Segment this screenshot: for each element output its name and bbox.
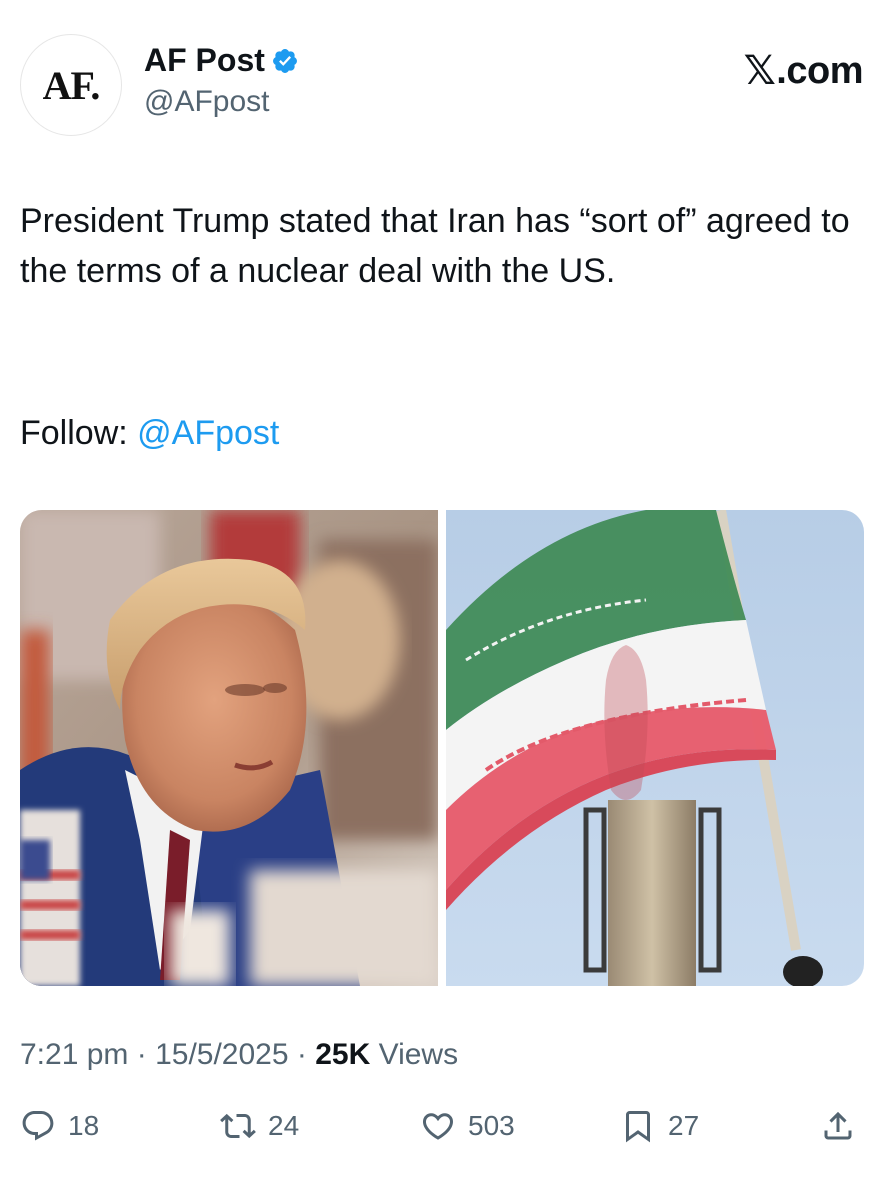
share-button[interactable] <box>820 1108 856 1144</box>
follow-mention-link[interactable]: @AFpost <box>137 414 279 452</box>
views-label: Views <box>370 1038 459 1071</box>
reply-icon <box>22 1111 54 1141</box>
photo-icon <box>446 510 864 986</box>
brand-suffix: .com <box>776 49 863 92</box>
repost-icon <box>220 1113 256 1139</box>
tweet-time[interactable]: 7:21 pm <box>20 1038 128 1071</box>
heart-icon <box>422 1113 454 1140</box>
author-handle[interactable]: @AFpost <box>144 85 299 119</box>
x-logo-icon: 𝕏 <box>743 49 776 93</box>
like-count: 503 <box>468 1110 515 1141</box>
tweet-header: AF. AF Post @AFpost 𝕏 .com <box>20 34 864 136</box>
bookmark-count: 27 <box>668 1110 700 1141</box>
display-name-row: AF Post <box>144 42 299 79</box>
views-count: 25K <box>315 1038 371 1071</box>
reply-count: 18 <box>68 1110 100 1141</box>
avatar[interactable]: AF. <box>20 34 122 136</box>
action-bar: 18 24 503 27 <box>20 1108 863 1158</box>
avatar-logo-text: AF. <box>42 62 101 108</box>
follow-label: Follow: <box>20 414 138 452</box>
meta-separator: · <box>288 1038 316 1071</box>
verified-badge-icon <box>272 48 297 73</box>
photo-trump[interactable] <box>20 510 438 986</box>
display-name[interactable]: AF Post <box>144 42 265 79</box>
author-name-block: AF Post @AFpost <box>144 42 299 119</box>
share-icon <box>824 1111 852 1140</box>
reply-button[interactable]: 18 <box>20 1108 99 1144</box>
meta-separator: · <box>128 1038 156 1071</box>
follow-line: Follow: @AFpost <box>20 408 279 458</box>
repost-button[interactable]: 24 <box>220 1108 299 1144</box>
tweet-text: President Trump stated that Iran has “so… <box>20 202 850 290</box>
tweet-meta: 7:21 pm · 15/5/2025 · 25K Views <box>20 1038 458 1072</box>
x-com-watermark: 𝕏 .com <box>743 48 864 94</box>
bookmark-icon <box>626 1111 650 1143</box>
like-button[interactable]: 503 <box>420 1108 515 1144</box>
photo-iran-flag[interactable] <box>446 510 864 986</box>
repost-count: 24 <box>268 1110 300 1141</box>
tweet-date[interactable]: 15/5/2025 <box>155 1038 288 1071</box>
photo-icon <box>20 510 438 986</box>
bookmark-button[interactable]: 27 <box>620 1108 699 1144</box>
media-grid <box>20 510 864 986</box>
